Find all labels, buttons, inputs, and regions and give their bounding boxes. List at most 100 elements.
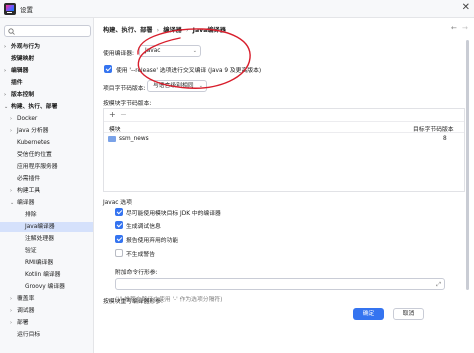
search-icon (8, 28, 15, 35)
chevron-icon[interactable]: › (4, 42, 11, 52)
sidebar-item-label: 编辑器 (11, 68, 29, 74)
sidebar-item-label: 注解处理器 (25, 236, 54, 242)
settings-sidebar: › 外观与行为 按键映射 › 编辑器 插件 › 版本控制 ⌄ 构建、执行、部署 › Docker › Ja… (0, 18, 94, 353)
table-row[interactable]: ssm_news 8 (104, 134, 464, 145)
sidebar-item[interactable]: ⌄ 编译器 (0, 198, 34, 208)
no-warnings-label: 不生成警告 (126, 252, 155, 258)
sidebar-item[interactable]: › 构建工具 (0, 186, 40, 196)
chevron-icon[interactable]: › (10, 114, 17, 124)
sidebar-item-label: 调试器 (17, 308, 35, 314)
table-toolbar: + − (104, 109, 464, 122)
sidebar-item[interactable]: › 外观与行为 (0, 42, 40, 52)
sidebar-item-label: Groovy 编译器 (25, 284, 65, 290)
title-bar: 设置 ✕ (0, 0, 474, 18)
sidebar-item[interactable]: 注解处理器 (0, 234, 54, 244)
sidebar-item-label: Java编译器 (25, 224, 55, 230)
sidebar-item[interactable]: 插件 (0, 78, 23, 88)
sidebar-item[interactable]: ⌄ 构建、执行、部署 (0, 102, 57, 112)
sidebar-item[interactable]: Groovy 编译器 (0, 282, 65, 292)
sidebar-item[interactable]: › Docker (0, 114, 37, 124)
chevron-icon[interactable]: › (10, 186, 17, 196)
chevron-icon[interactable]: › (4, 90, 11, 100)
sidebar-item-label: Docker (17, 116, 38, 122)
use-module-jdk-checkbox[interactable] (115, 208, 123, 216)
column-header-module: 模块 (109, 127, 121, 133)
sidebar-item-label: 构建工具 (17, 188, 41, 194)
vertical-scrollbar[interactable] (466, 40, 469, 290)
sidebar-item[interactable]: 应用程序服务器 (0, 162, 58, 172)
sidebar-item-label: Kubernetes (17, 140, 50, 146)
debug-info-checkbox[interactable] (115, 221, 123, 229)
sidebar-item-label: 受信任的位置 (17, 152, 52, 158)
module-target-version[interactable]: 8 (443, 136, 447, 142)
sidebar-item-label: 版本控制 (11, 92, 35, 98)
sidebar-item-label: 插件 (11, 80, 23, 86)
table-header: 模块 目标字节码版本 (104, 122, 464, 133)
chevron-icon[interactable]: › (10, 126, 17, 136)
app-icon (4, 3, 16, 15)
back-arrow-icon[interactable]: ← (451, 24, 457, 32)
sidebar-item-label: 外观与行为 (11, 44, 40, 50)
sidebar-item[interactable]: Java编译器 (0, 222, 93, 232)
javac-options-title: Javac 选项 (103, 200, 132, 206)
sidebar-item-label: Kotlin 编译器 (25, 272, 61, 278)
chevron-icon[interactable]: › (10, 294, 17, 304)
sidebar-item-label: 覆盖率 (17, 296, 35, 302)
debug-info-label: 生成调试信息 (126, 224, 161, 230)
report-deprecated-label: 报告使用弃用的功能 (126, 238, 179, 244)
per-module-bytecode-label: 按模块字节码版本: (103, 101, 152, 107)
sidebar-item[interactable]: › 覆盖率 (0, 294, 34, 304)
sidebar-item-label: 构建、执行、部署 (11, 104, 58, 110)
sidebar-item-label: RMI编译器 (25, 260, 54, 266)
module-bytecode-table: + − 模块 目标字节码版本 ssm_news 8 (103, 108, 465, 192)
sidebar-item[interactable]: RMI编译器 (0, 258, 53, 268)
chevron-icon[interactable]: ⌄ (10, 198, 17, 208)
sidebar-item[interactable]: Kubernetes (0, 138, 50, 148)
column-header-target: 目标字节码版本 (413, 127, 454, 133)
sidebar-item[interactable]: › 部署 (0, 318, 29, 328)
module-folder-icon (108, 136, 116, 142)
remove-icon[interactable]: − (120, 110, 127, 119)
extra-params-label: 附加命令行形参: (115, 270, 158, 276)
forward-arrow-icon[interactable]: → (462, 24, 468, 32)
annotation-circle (137, 28, 251, 89)
chevron-icon[interactable]: › (4, 66, 11, 76)
expand-icon[interactable]: ⤢ (436, 281, 441, 289)
per-module-override-label: 按模块重写编译器形参: (103, 299, 163, 305)
sidebar-item-label: 必需插件 (17, 176, 41, 182)
sidebar-item-label: 排除 (25, 212, 37, 218)
sidebar-item-label: 应用程序服务器 (17, 164, 58, 170)
extra-params-input[interactable]: ⤢ (115, 278, 445, 290)
window-title: 设置 (20, 6, 33, 14)
sidebar-item-label: 编译器 (17, 200, 35, 206)
release-option-checkbox[interactable] (104, 65, 112, 73)
chevron-icon[interactable]: ⌄ (4, 102, 11, 112)
sidebar-item[interactable]: 排除 (0, 210, 37, 220)
sidebar-item[interactable]: 必需插件 (0, 174, 40, 184)
sidebar-item-label: Java 分析器 (17, 128, 49, 134)
close-icon[interactable]: ✕ (462, 2, 470, 14)
sidebar-item[interactable]: › 版本控制 (0, 90, 34, 100)
sidebar-item-label: 验证 (25, 248, 37, 254)
sidebar-item-label: 按键映射 (11, 56, 35, 62)
module-name: ssm_news (119, 136, 149, 142)
sidebar-item[interactable]: › 编辑器 (0, 66, 28, 76)
settings-search-input[interactable] (4, 25, 91, 37)
no-warnings-checkbox[interactable] (115, 249, 123, 257)
chevron-icon[interactable]: › (10, 318, 17, 328)
use-module-jdk-label: 尽可能使用模块目标 JDK 中的编译器 (126, 211, 221, 217)
sidebar-item[interactable]: 按键映射 (0, 54, 34, 64)
report-deprecated-checkbox[interactable] (115, 235, 123, 243)
sidebar-item[interactable]: › Java 分析器 (0, 126, 48, 136)
sidebar-item[interactable]: › 调试器 (0, 306, 34, 316)
sidebar-item-label: 运行目标 (17, 332, 41, 338)
sidebar-item[interactable]: Kotlin 编译器 (0, 270, 60, 280)
chevron-icon[interactable]: › (10, 306, 17, 316)
sidebar-item[interactable]: 受信任的位置 (0, 150, 52, 160)
add-icon[interactable]: + (109, 110, 116, 119)
sidebar-item[interactable]: 运行目标 (0, 330, 40, 340)
sidebar-item-label: 部署 (17, 320, 29, 326)
sidebar-item[interactable]: 验证 (0, 246, 37, 256)
ok-button[interactable]: 确定 (353, 308, 384, 320)
cancel-button[interactable]: 取消 (393, 308, 424, 320)
